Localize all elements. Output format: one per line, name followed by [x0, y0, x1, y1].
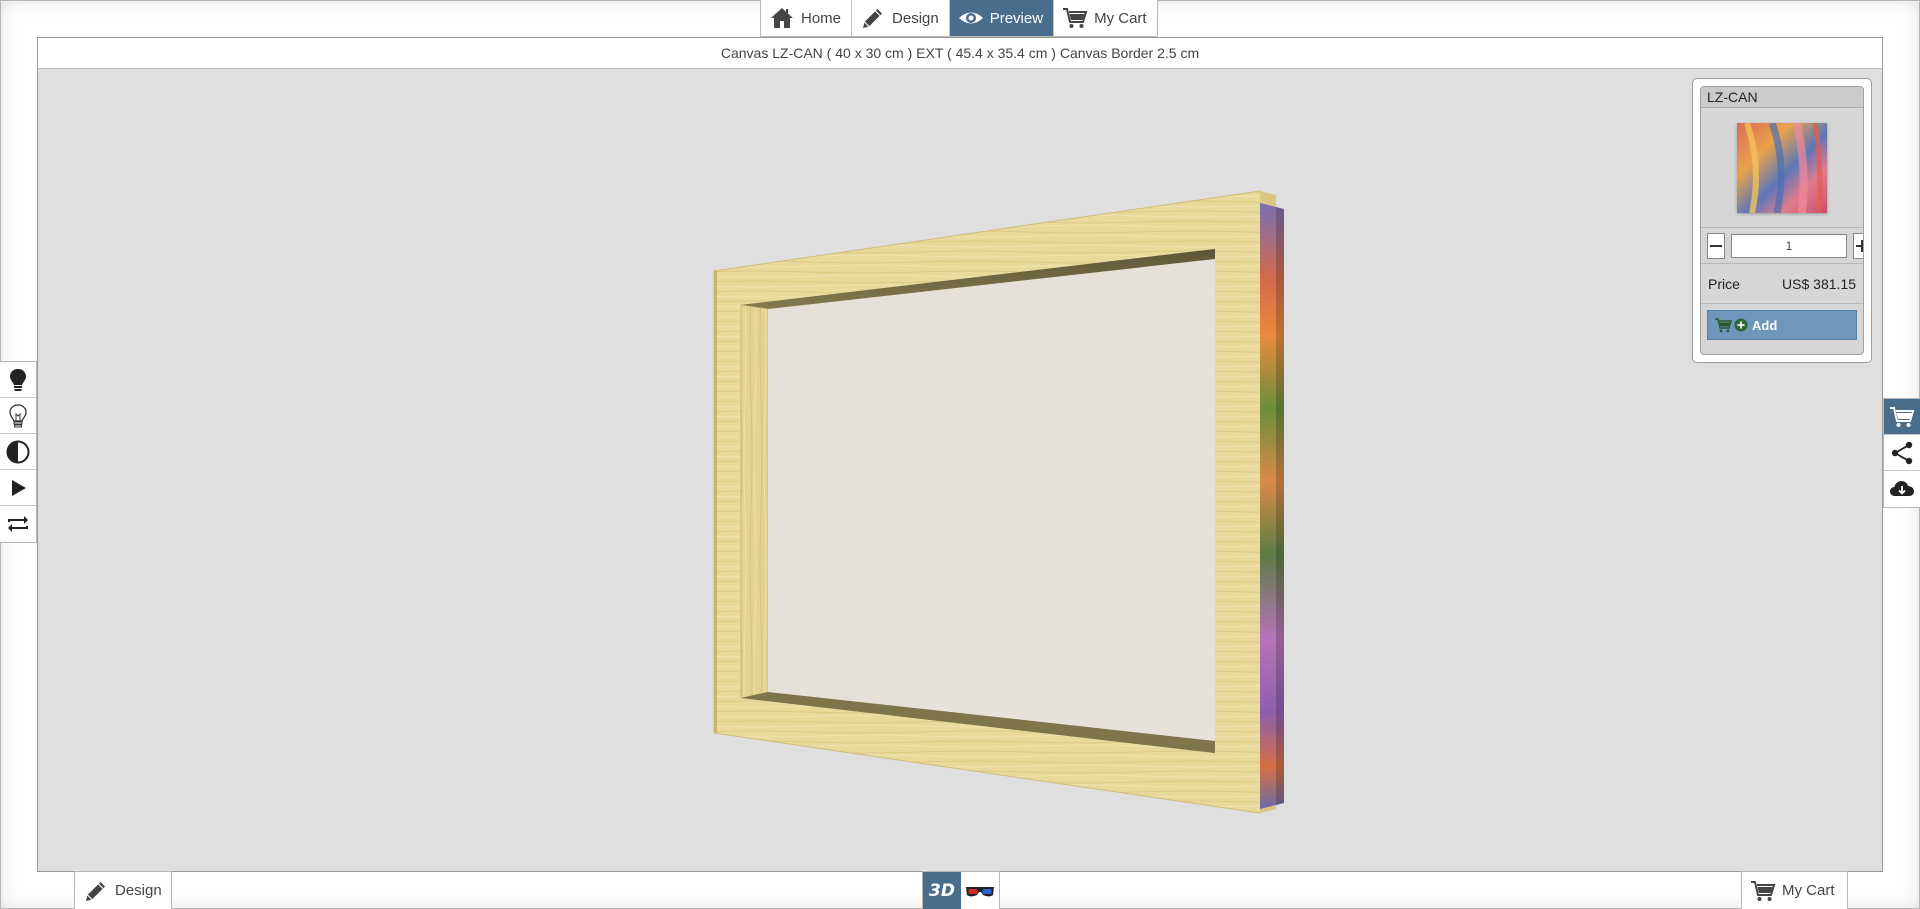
nav-design-button[interactable]: Design: [852, 0, 950, 36]
rotate-icon: [8, 516, 28, 532]
cart-product-code: LZ-CAN: [1701, 87, 1863, 108]
cart-icon: [1751, 880, 1776, 901]
anaglyph-glasses-button[interactable]: [961, 872, 999, 909]
eye-icon: [958, 12, 983, 24]
cart-add-icon: [1715, 318, 1748, 333]
share-icon: [1891, 441, 1913, 464]
cart-icon: [1890, 406, 1915, 427]
add-to-cart-label: Add: [1752, 317, 1778, 333]
cloud-download-icon: [1890, 481, 1914, 496]
left-toolbar: [0, 361, 37, 543]
product-title: Canvas LZ-CAN ( 40 x 30 cm ) EXT ( 45.4 …: [720, 45, 1200, 61]
pencil-icon: [863, 9, 883, 28]
bulb-filled-icon: [10, 368, 26, 391]
cart-panel-toggle-button[interactable]: [1884, 399, 1920, 435]
light-on-button[interactable]: [0, 362, 36, 398]
quantity-increase-button[interactable]: [1853, 232, 1863, 259]
contrast-icon: [6, 440, 30, 463]
nav-home-label: Home: [801, 9, 842, 27]
play-button[interactable]: [0, 470, 36, 506]
framed-canvas-render[interactable]: [38, 69, 1884, 872]
frame-left-edge: [714, 271, 717, 733]
plus-icon: [1856, 239, 1863, 252]
top-nav: Home Design Preview My Cart: [760, 0, 1158, 37]
cart-icon: [1063, 8, 1088, 28]
3d-scene[interactable]: [38, 69, 1884, 872]
bottom-cart-label: My Cart: [1782, 882, 1835, 899]
price-row: Price US$ 381.15: [1701, 264, 1863, 304]
pencil-icon: [86, 881, 105, 901]
canvas-linen-surface: [768, 259, 1215, 741]
share-button[interactable]: [1884, 435, 1920, 471]
quantity-stepper: [1701, 228, 1863, 264]
nav-preview-label: Preview: [989, 9, 1044, 27]
3d-glasses-icon: [966, 886, 994, 896]
view-3d-button[interactable]: 3D: [923, 872, 961, 909]
cart-panel: LZ-CAN 1 Price US$ 381.15 Add: [1692, 78, 1872, 363]
cart-panel-inner: LZ-CAN 1 Price US$ 381.15 Add: [1700, 86, 1864, 355]
frame-inner-left-wall: [740, 304, 769, 699]
quantity-decrease-button[interactable]: [1707, 232, 1725, 259]
canvas-side-shade: [1276, 207, 1284, 805]
light-off-button[interactable]: [0, 398, 36, 434]
home-icon: [771, 8, 793, 28]
cloud-download-button[interactable]: [1884, 471, 1920, 507]
nav-cart-button[interactable]: My Cart: [1054, 0, 1157, 36]
add-to-cart-button[interactable]: Add: [1707, 310, 1857, 340]
contrast-button[interactable]: [0, 434, 36, 470]
nav-design-label: Design: [892, 9, 939, 27]
price-label: Price: [1708, 275, 1740, 292]
bottom-design-label: Design: [115, 882, 162, 899]
product-title-bar: Canvas LZ-CAN ( 40 x 30 cm ) EXT ( 45.4 …: [38, 38, 1882, 69]
bulb-outline-icon: [9, 403, 27, 427]
view-3d-label: 3D: [929, 880, 955, 901]
add-to-cart-wrap: Add: [1701, 304, 1863, 346]
bottom-design-button[interactable]: Design: [74, 871, 172, 909]
product-thumbnail[interactable]: [1737, 122, 1827, 213]
view-mode-toggle: 3D: [922, 871, 1000, 909]
play-icon: [12, 479, 26, 496]
rotate-button[interactable]: [0, 506, 36, 542]
price-value: US$ 381.15: [1782, 275, 1856, 292]
minus-icon: [1710, 244, 1722, 247]
bottom-cart-button[interactable]: My Cart: [1741, 871, 1848, 909]
product-thumbnail-wrap: [1701, 108, 1863, 228]
nav-preview-button[interactable]: Preview: [949, 0, 1055, 36]
preview-viewport: Canvas LZ-CAN ( 40 x 30 cm ) EXT ( 45.4 …: [37, 37, 1883, 872]
quantity-input[interactable]: [1731, 233, 1847, 258]
frame-right-border: [1215, 191, 1260, 813]
right-toolbar: [1883, 398, 1920, 508]
nav-home-button[interactable]: Home: [761, 0, 853, 36]
nav-cart-label: My Cart: [1094, 9, 1147, 27]
